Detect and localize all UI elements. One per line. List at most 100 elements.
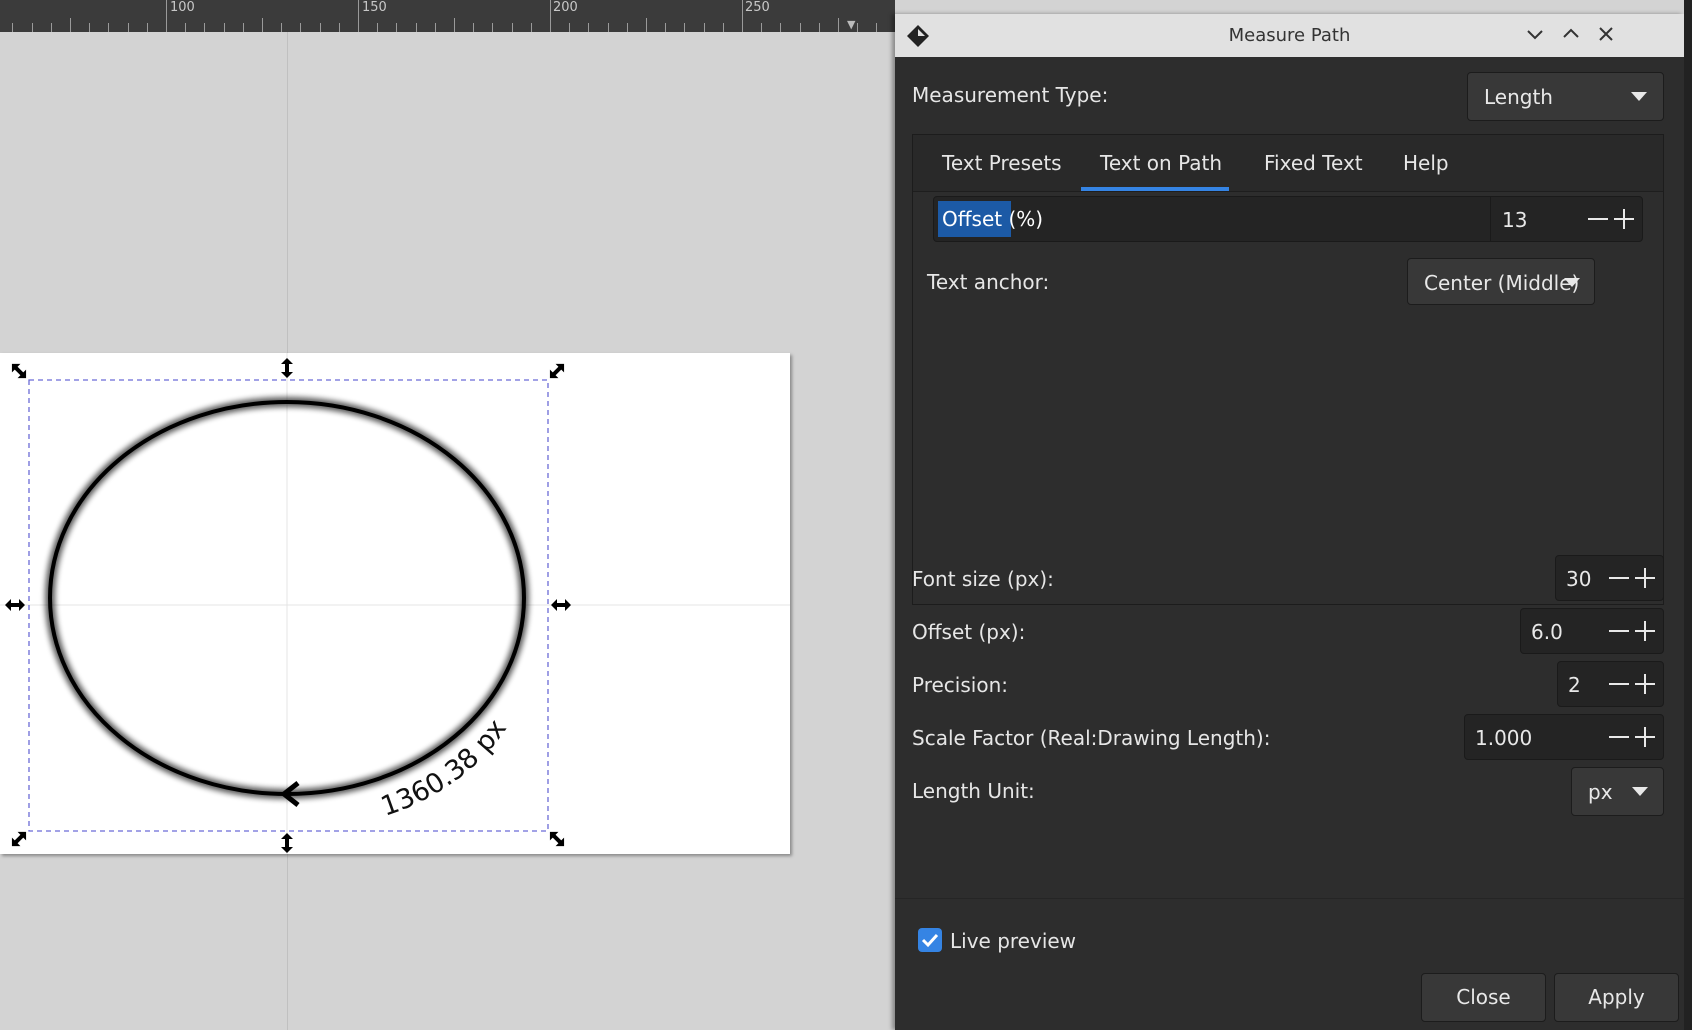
spin-separator xyxy=(1490,197,1491,241)
minus-icon[interactable] xyxy=(1609,630,1629,632)
ruler-tick xyxy=(185,23,187,32)
offset-px-spin[interactable]: 6.0 xyxy=(1520,608,1664,654)
minus-icon[interactable] xyxy=(1609,736,1629,738)
ruler-tick xyxy=(223,23,225,32)
scale-factor-stepper[interactable] xyxy=(1609,725,1657,749)
horizontal-ruler[interactable]: 100 150 200 250 ▼ xyxy=(0,0,895,33)
ruler-tick xyxy=(818,23,820,32)
ruler-tick xyxy=(473,23,475,32)
ruler-tick xyxy=(166,0,167,32)
ruler-tick xyxy=(838,18,839,32)
offset-percent-label: Offset (%) xyxy=(942,207,1044,231)
ruler-tick xyxy=(588,23,590,32)
ruler-tick xyxy=(550,0,551,32)
minimize-icon[interactable] xyxy=(1523,22,1547,46)
drawing-svg[interactable]: 1360.38 px xyxy=(0,353,790,854)
offset-px-value[interactable]: 6.0 xyxy=(1531,620,1563,644)
ruler-tick xyxy=(204,23,206,32)
chevron-down-icon xyxy=(1631,92,1647,101)
ruler-tick xyxy=(511,23,513,32)
ruler-tick xyxy=(281,23,283,32)
length-unit-combo[interactable]: px xyxy=(1571,767,1664,816)
ruler-tick xyxy=(626,23,628,32)
font-size-value[interactable]: 30 xyxy=(1566,567,1591,591)
ruler-tick xyxy=(665,23,667,32)
active-tab-indicator xyxy=(1081,187,1229,191)
scale-factor-value[interactable]: 1.000 xyxy=(1475,726,1532,750)
font-size-spin[interactable]: 30 xyxy=(1555,555,1664,601)
ruler-tick xyxy=(454,18,455,32)
minus-icon[interactable] xyxy=(1588,218,1608,220)
ruler-label-250: 250 xyxy=(745,0,770,15)
dialog-titlebar[interactable]: Measure Path xyxy=(895,14,1684,57)
font-size-stepper[interactable] xyxy=(1609,566,1657,590)
offset-px-stepper[interactable] xyxy=(1609,619,1657,643)
ruler-tick xyxy=(434,23,436,32)
handle-bottom-right-icon xyxy=(549,831,565,847)
ruler-tick xyxy=(780,23,782,32)
ruler-tick xyxy=(146,23,148,32)
document-page[interactable]: 1360.38 px xyxy=(0,353,790,854)
ruler-tick xyxy=(377,23,379,32)
ruler-tick xyxy=(799,23,801,32)
handle-top-left-icon xyxy=(11,363,27,379)
text-anchor-combo[interactable]: Center (Middle) xyxy=(1407,258,1595,305)
measure-path-dialog: Measure Path Measurement Type: Length Te… xyxy=(895,14,1684,1030)
precision-spin[interactable]: 2 xyxy=(1557,661,1664,707)
maximize-icon[interactable] xyxy=(1559,22,1583,46)
ruler-tick xyxy=(396,23,398,32)
ruler-tick xyxy=(319,23,321,32)
ruler-marker-icon: ▼ xyxy=(847,18,856,31)
live-preview-checkbox[interactable] xyxy=(918,928,942,952)
checkmark-icon xyxy=(921,933,939,948)
ruler-tick xyxy=(127,23,129,32)
ruler-tick xyxy=(242,23,244,32)
tab-fixed-text[interactable]: Fixed Text xyxy=(1264,151,1363,175)
tab-help[interactable]: Help xyxy=(1403,151,1449,175)
ruler-tick xyxy=(703,23,705,32)
scale-factor-spin[interactable]: 1.000 xyxy=(1464,714,1664,760)
separator xyxy=(895,898,1684,899)
precision-stepper[interactable] xyxy=(1609,672,1657,696)
precision-label: Precision: xyxy=(912,673,1008,697)
handle-top-right-icon xyxy=(549,363,565,379)
live-preview-label[interactable]: Live preview xyxy=(950,929,1076,953)
ruler-tick xyxy=(742,0,743,32)
handle-right-icon xyxy=(551,599,571,611)
text-anchor-value: Center (Middle) xyxy=(1424,271,1580,295)
ruler-tick xyxy=(569,23,571,32)
offset-percent-value[interactable]: 13 xyxy=(1502,208,1527,232)
ruler-tick xyxy=(607,23,609,32)
tab-bar: Text Presets Text on Path Fixed Text Hel… xyxy=(913,135,1663,192)
window-edge xyxy=(1684,0,1692,1030)
measurement-type-value: Length xyxy=(1484,85,1553,109)
ruler-label-150: 150 xyxy=(362,0,387,15)
offset-px-label: Offset (px): xyxy=(912,620,1026,644)
measurement-type-label: Measurement Type: xyxy=(912,83,1109,107)
length-unit-value: px xyxy=(1588,780,1613,804)
ruler-tick xyxy=(492,23,494,32)
minus-icon[interactable] xyxy=(1609,577,1629,579)
precision-value[interactable]: 2 xyxy=(1568,673,1581,697)
close-icon[interactable] xyxy=(1594,22,1618,46)
tab-text-on-path[interactable]: Text on Path xyxy=(1100,151,1222,175)
apply-button[interactable]: Apply xyxy=(1554,973,1679,1022)
handle-bottom-left-icon xyxy=(11,831,27,847)
tab-text-presets[interactable]: Text Presets xyxy=(942,151,1062,175)
ruler-tick xyxy=(684,23,686,32)
ruler-tick xyxy=(338,23,340,32)
measurement-type-combo[interactable]: Length xyxy=(1467,72,1664,121)
offset-percent-stepper[interactable] xyxy=(1588,207,1636,231)
text-anchor-label: Text anchor: xyxy=(927,270,1050,294)
font-size-label: Font size (px): xyxy=(912,567,1054,591)
ruler-label-100: 100 xyxy=(170,0,195,15)
scale-factor-label: Scale Factor (Real:Drawing Length): xyxy=(912,726,1271,750)
handle-bottom-icon xyxy=(281,833,293,853)
ruler-tick xyxy=(70,18,71,32)
ruler-tick xyxy=(262,18,263,32)
minus-icon[interactable] xyxy=(1609,683,1629,685)
ruler-tick xyxy=(89,23,91,32)
close-button[interactable]: Close xyxy=(1421,973,1546,1022)
chevron-down-icon xyxy=(1564,278,1580,287)
offset-percent-slider[interactable]: Offset (%) 13 xyxy=(933,196,1643,242)
